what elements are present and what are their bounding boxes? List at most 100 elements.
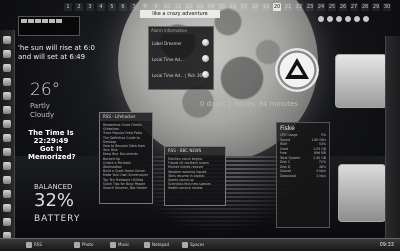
day-cell[interactable]: 18 [251,3,259,11]
app-icon [74,242,80,248]
alarm-knob-icon[interactable] [202,39,209,46]
top-banner: like a crazy adventure [140,10,220,18]
battery-label: BATTERY [34,214,81,224]
rss-item[interactable]: Track Popular Feed Posts [103,131,149,135]
alarm-title: Alarm information [149,27,213,34]
rss-bbc-widget[interactable]: RSS - BBC NEWS Election count begins Floo… [164,146,226,206]
dock-icon[interactable] [3,64,11,72]
day-cell[interactable]: 22 [295,3,303,11]
alarm-knob-icon[interactable] [202,55,209,62]
taskbar-clock: 09:33 [379,242,394,248]
triangle-logo-icon [275,48,319,92]
day-cell[interactable]: 23 [306,3,314,11]
top-right-icons [318,16,369,22]
time-label: Got It [39,145,63,153]
day-cell[interactable]: 19 [262,3,270,11]
mini-bars [19,17,79,25]
condition-line: Cloudy [30,111,55,119]
day-cell[interactable]: 28 [361,3,369,11]
app-icon [144,242,150,248]
rss-item[interactable]: Search Smarter, Not Harder [103,186,149,190]
day-cell[interactable]: 21 [284,3,292,11]
alarm-knob-icon[interactable] [202,71,209,78]
dock-icon[interactable] [3,218,11,226]
taskbar: RSS Photo Music Notepad Spaces 09:33 [0,238,400,251]
alarm-widget[interactable]: Alarm information Label Dreamer Local Ti… [148,26,214,90]
day-cell[interactable]: 6 [119,3,127,11]
app-icon [182,242,188,248]
circle-icon[interactable] [336,16,342,22]
day-cell[interactable]: 17 [240,3,248,11]
time-widget: The Time Is 22:29:49 Got It Memorized? [28,129,76,161]
dock-icon[interactable] [3,190,11,198]
taskbar-item[interactable]: Photo [74,241,93,249]
temperature: 26° [30,80,61,100]
rss-title: RSS - Lifehacker [100,113,152,121]
rss-lifehacker-widget[interactable]: RSS - Lifehacker Readerless Gives Firefo… [99,112,153,204]
taskbar-item[interactable]: Notepad [144,241,169,249]
day-cell[interactable]: 25 [328,3,336,11]
dock-icon[interactable] [3,36,11,44]
day-cell[interactable]: 20 [273,3,281,11]
day-cell[interactable]: 2 [75,3,83,11]
sunrise-text: 'he sun will rise at 6:0 [18,44,95,52]
rss-item[interactable]: How to Recover Data from Your Disk [103,144,149,152]
day-cell[interactable]: 26 [339,3,347,11]
taskbar-item[interactable]: Spaces [182,241,204,249]
rss-item[interactable]: Create a Portable Workstation [103,161,149,169]
dock-icon[interactable] [3,50,11,58]
dock-icon[interactable] [3,134,11,142]
rss-item[interactable]: Keep Your Documents Backed Up [103,152,149,160]
dock-icon[interactable] [3,78,11,86]
day-cell[interactable]: 3 [86,3,94,11]
dock-icon[interactable] [3,204,11,212]
day-cell[interactable]: 16 [229,3,237,11]
dock-icon[interactable] [3,148,11,156]
countdown-text: 0 days, 1 hours, 34 minutes [200,100,298,108]
stats-title: Fiske [280,125,295,132]
day-cell[interactable]: 29 [372,3,380,11]
sunset-text: and will set at 6:49 [18,53,86,61]
app-icon [110,242,116,248]
triangle-icon [285,58,309,79]
condition-line: Partly [30,102,50,110]
weather-condition: Partly Cloudy [30,102,54,120]
dock-icon[interactable] [3,176,11,184]
time-label: Memorized? [28,153,76,161]
alarm-row: Label Dreamer [152,41,182,46]
rss-title: RSS - BBC NEWS [165,147,225,155]
taskbar-item[interactable]: RSS [26,241,42,249]
dock-icon[interactable] [3,92,11,100]
day-cell[interactable]: 4 [97,3,105,11]
rss-item[interactable]: Readerless Gives Firefox Slideshow [103,123,149,131]
system-stats-widget: Fiske CPU Usage 5% Speed 1.60 GHz RAM 54% Used… [276,122,330,228]
day-cell[interactable]: 24 [317,3,325,11]
day-cell[interactable]: 5 [108,3,116,11]
right-dock [385,36,400,248]
circle-icon[interactable] [354,16,360,22]
circle-icon[interactable] [363,16,369,22]
time-label: The Time Is [28,129,74,137]
day-cell[interactable]: 1 [64,3,72,11]
battery-percent: 32% [34,190,75,211]
circle-icon[interactable] [327,16,333,22]
day-cell[interactable]: 30 [383,3,391,11]
alarm-row: Local Time Ad... [152,57,184,62]
dock-icon[interactable] [3,162,11,170]
alarm-row: Local Time Ad... | Pick 36 [152,73,202,78]
left-dock [0,30,15,248]
rss-item[interactable]: Health service review [168,186,222,190]
system-mini-panel [18,16,80,36]
dock-icon[interactable] [3,106,11,114]
circle-icon[interactable] [345,16,351,22]
day-bar: 1 2 3 4 5 6 7 8 9 10 11 12 13 14 15 16 17 18 19 20 21 22 23 24 2… [64,3,391,11]
moon-disc-panel [335,54,387,108]
rss-item[interactable]: The Definitive Guide to Desktop [103,136,149,144]
stats-rows: CPU Usage 5% Speed 1.60 GHz RAM 54% Used 1.05 G… [277,133,329,178]
sun-times: 'he sun will rise at 6:0 and will set at… [18,44,95,62]
taskbar-item[interactable]: Music [110,241,129,249]
day-cell[interactable]: 7 [130,3,138,11]
dock-icon[interactable] [3,120,11,128]
circle-icon[interactable] [318,16,324,22]
day-cell[interactable]: 27 [350,3,358,11]
